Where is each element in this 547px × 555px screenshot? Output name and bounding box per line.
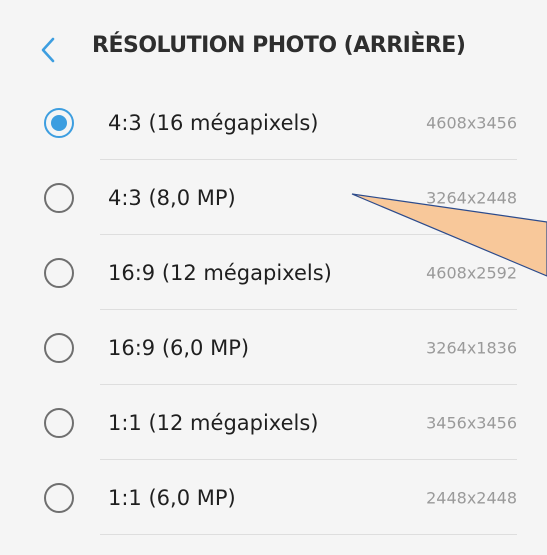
chevron-left-icon [41, 37, 55, 63]
option-size: 4608x3456 [426, 113, 517, 132]
resolution-option-4[interactable]: 1:1 (12 mégapixels) 3456x3456 [0, 385, 547, 460]
screen: RÉSOLUTION PHOTO (ARRIÈRE) 4:3 (16 mégap… [0, 0, 547, 555]
divider [100, 534, 517, 535]
option-size: 3264x1836 [426, 338, 517, 357]
page-title: RÉSOLUTION PHOTO (ARRIÈRE) [92, 33, 466, 58]
back-button[interactable] [34, 32, 62, 68]
resolution-option-2[interactable]: 16:9 (12 mégapixels) 4608x2592 [0, 235, 547, 310]
option-label: 16:9 (6,0 MP) [108, 335, 250, 360]
option-size: 3456x3456 [426, 413, 517, 432]
radio-unselected-icon[interactable] [44, 332, 74, 363]
option-label: 1:1 (12 mégapixels) [108, 410, 319, 435]
resolution-list: 4:3 (16 mégapixels) 4608x3456 4:3 (8,0 M… [0, 85, 547, 535]
resolution-option-0[interactable]: 4:3 (16 mégapixels) 4608x3456 [0, 85, 547, 160]
radio-unselected-icon[interactable] [44, 482, 74, 513]
option-size: 2448x2448 [426, 488, 517, 507]
option-size: 4608x2592 [426, 263, 517, 282]
resolution-option-5[interactable]: 1:1 (6,0 MP) 2448x2448 [0, 460, 547, 535]
radio-unselected-icon[interactable] [44, 182, 74, 213]
radio-unselected-icon[interactable] [44, 407, 74, 438]
option-label: 4:3 (16 mégapixels) [108, 110, 319, 135]
radio-selected-icon[interactable] [44, 107, 74, 138]
resolution-option-1[interactable]: 4:3 (8,0 MP) 3264x2448 [0, 160, 547, 235]
option-size: 3264x2448 [426, 188, 517, 207]
option-label: 1:1 (6,0 MP) [108, 485, 236, 510]
option-label: 16:9 (12 mégapixels) [108, 260, 332, 285]
resolution-option-3[interactable]: 16:9 (6,0 MP) 3264x1836 [0, 310, 547, 385]
option-label: 4:3 (8,0 MP) [108, 185, 236, 210]
radio-unselected-icon[interactable] [44, 257, 74, 288]
